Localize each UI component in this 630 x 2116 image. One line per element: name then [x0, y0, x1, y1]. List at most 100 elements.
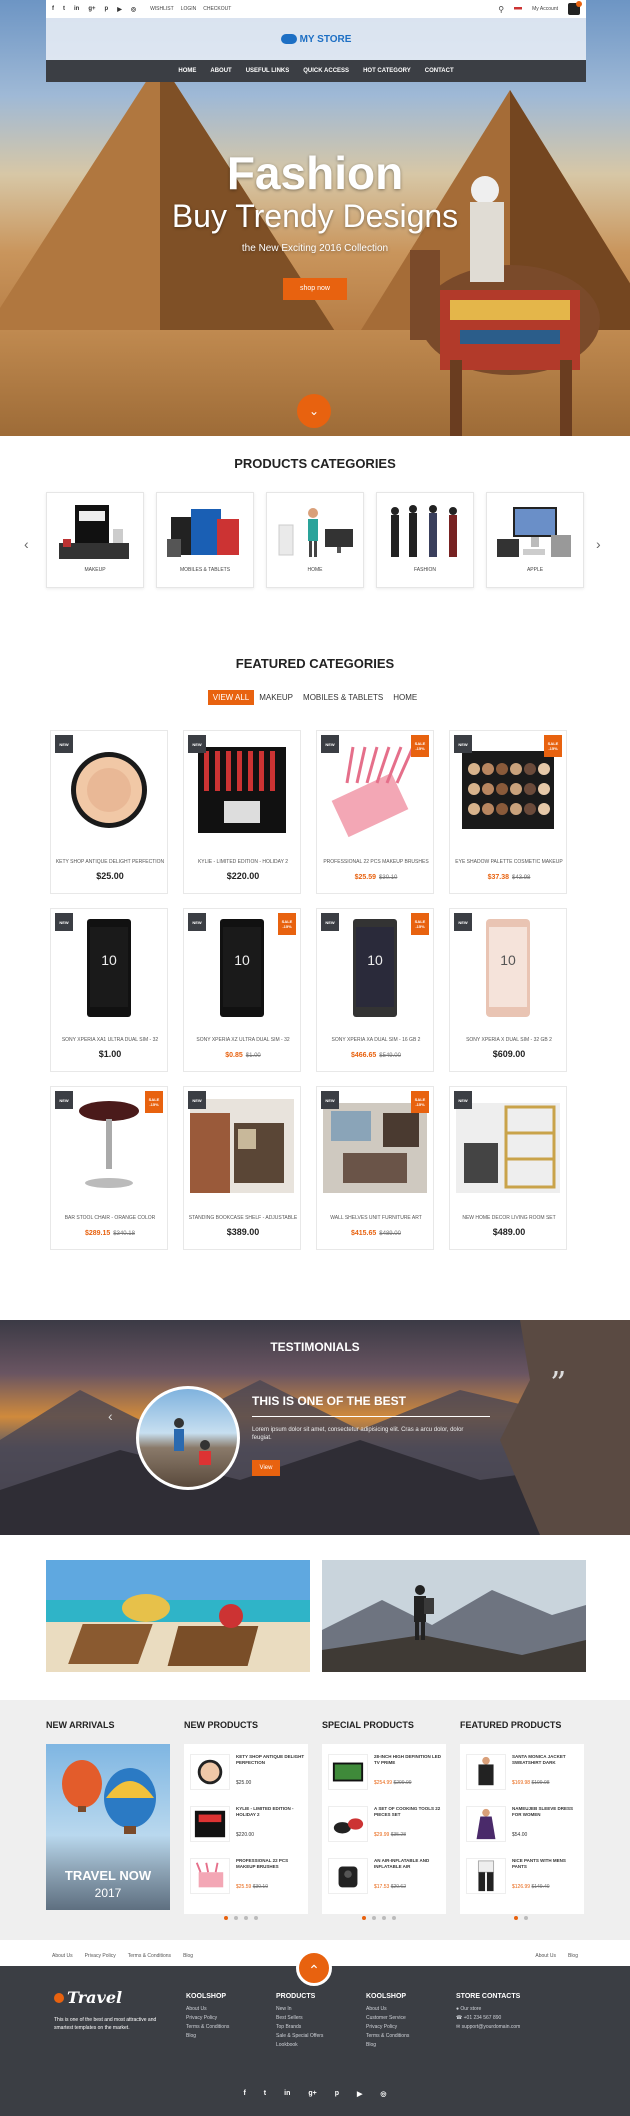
product-name[interactable]: KYLIE - LIMITED EDITION - HOLIDAY 2 — [188, 859, 298, 865]
footer-link[interactable]: Privacy Policy — [366, 2023, 409, 2032]
pinterest-icon[interactable]: p — [105, 6, 109, 13]
footer-link[interactable]: Lookbook — [276, 2041, 323, 2050]
product-card[interactable]: NEW SALE -15% PROFESSIONAL 22 PCS MAKEUP BR… — [316, 730, 434, 894]
product-name[interactable]: PROFESSIONAL 22 PCS MAKEUP BRUSHES — [321, 859, 431, 865]
hiker-promo-banner[interactable] — [322, 1560, 586, 1672]
footer-link[interactable]: Terms & Conditions — [366, 2032, 409, 2041]
footer-link[interactable]: Sale & Special Offers — [276, 2032, 323, 2041]
dot[interactable] — [524, 1916, 528, 1920]
footer-link[interactable]: Blog — [183, 1953, 193, 1959]
view-button[interactable]: View — [252, 1460, 280, 1476]
product-card[interactable]: 10 NEW SONY XPERIA X DUAL SIM - 32 GB 2 $60… — [449, 908, 567, 1072]
product-name[interactable]: WALL SHELVES UNIT FURNITURE ART — [321, 1215, 431, 1221]
facebook-icon[interactable]: f — [243, 2090, 245, 2098]
twitter-icon[interactable]: t — [264, 2090, 266, 2098]
footer-link[interactable]: Blog — [366, 2041, 409, 2050]
chevron-left-icon[interactable]: ‹ — [24, 536, 29, 552]
shop-now-button[interactable]: shop now — [283, 278, 347, 300]
tab-home[interactable]: HOME — [388, 690, 422, 705]
cart-icon[interactable] — [568, 1, 582, 15]
product-name[interactable]: SONY XPERIA XZ ULTRA DUAL SIM - 32 — [188, 1037, 298, 1043]
product-name[interactable]: NEW HOME DECOR LIVING ROOM SET — [454, 1215, 564, 1221]
googleplus-icon[interactable]: g+ — [308, 2090, 316, 2098]
list-item[interactable]: NAMEUJEB SLEEVE DRESS FOR WOMEN $54.00 — [464, 1802, 582, 1850]
footer-link[interactable]: About Us — [186, 2005, 229, 2014]
category-card-fashion[interactable]: FASHION — [376, 492, 474, 588]
footer-link[interactable]: Privacy Policy — [85, 1953, 116, 1959]
product-name[interactable]: EYE SHADOW PALETTE COSMETIC MAKEUP — [454, 859, 564, 865]
category-card-home[interactable]: HOME — [266, 492, 364, 588]
back-to-top-icon[interactable]: ⌃ — [296, 1950, 332, 1986]
dot[interactable] — [372, 1916, 376, 1920]
scroll-down-icon[interactable]: ⌄ — [297, 394, 331, 428]
product-name[interactable]: SONY XPERIA X DUAL SIM - 32 GB 2 — [454, 1037, 564, 1043]
login-link[interactable]: LOGIN — [181, 6, 197, 12]
dot[interactable] — [514, 1916, 518, 1920]
youtube-icon[interactable]: ▶ — [357, 2090, 362, 2098]
category-card-makeup[interactable]: MAKEUP — [46, 492, 144, 588]
list-item[interactable]: KYLIE - LIMITED EDITION - HOLIDAY 2 $220… — [188, 1802, 306, 1850]
product-card[interactable]: NEW SALE -15% EYE SHADOW PALETTE COSMETIC M… — [449, 730, 567, 894]
dot[interactable] — [224, 1916, 228, 1920]
googleplus-icon[interactable]: g+ — [88, 6, 95, 13]
contact-email[interactable]: ✉ support@yourdomain.com — [456, 2023, 520, 2032]
dot[interactable] — [382, 1916, 386, 1920]
footer-link[interactable]: Blog — [186, 2032, 229, 2041]
footer-link[interactable]: New In — [276, 2005, 323, 2014]
twitter-icon[interactable]: t — [63, 6, 65, 13]
list-item[interactable]: AN AIR-INFLATABLE AND INFLATABLE AIR $17… — [326, 1854, 444, 1902]
footer-link[interactable]: Best Sellers — [276, 2014, 323, 2023]
travel-logo[interactable]: Travel — [54, 1988, 122, 2007]
product-name[interactable]: SONY XPERIA XA1 ULTRA DUAL SIM - 32 — [55, 1037, 165, 1043]
footer-link[interactable]: Terms & Conditions — [128, 1953, 171, 1959]
dot[interactable] — [392, 1916, 396, 1920]
chevron-right-icon[interactable]: › — [596, 536, 601, 552]
list-item[interactable]: NICE PANTS WITH MENS PANTS $126.99 $149.… — [464, 1854, 582, 1902]
beach-promo-banner[interactable] — [46, 1560, 310, 1672]
dot[interactable] — [362, 1916, 366, 1920]
nav-home[interactable]: HOME — [178, 66, 196, 77]
travel-now-banner[interactable]: TRAVEL NOW 2017 — [46, 1744, 170, 1910]
footer-link[interactable]: About Us — [52, 1953, 73, 1959]
product-name[interactable]: STANDING BOOKCASE SHELF - ADJUSTABLE — [188, 1215, 298, 1221]
footer-link[interactable]: Terms & Conditions — [186, 2023, 229, 2032]
product-name[interactable]: SONY XPERIA XA DUAL SIM - 16 GB 2 — [321, 1037, 431, 1043]
tab-view-all[interactable]: VIEW ALL — [207, 690, 255, 705]
footer-link[interactable]: About Us — [366, 2005, 409, 2014]
nav-quick-access[interactable]: QUICK ACCESS — [303, 66, 349, 77]
chevron-left-icon[interactable]: ‹ — [108, 1408, 113, 1424]
dot[interactable] — [244, 1916, 248, 1920]
category-card-mobiles[interactable]: MOBILES & TABLETS — [156, 492, 254, 588]
youtube-icon[interactable]: ▶ — [117, 6, 122, 13]
category-card-apple[interactable]: APPLE — [486, 492, 584, 588]
product-card[interactable]: 10 NEW SALE -15% SONY XPERIA XA DUAL SIM - 1… — [316, 908, 434, 1072]
nav-hot-category[interactable]: HOT CATEGORY — [363, 66, 411, 77]
nav-about[interactable]: ABOUT — [210, 66, 231, 77]
linkedin-icon[interactable]: in — [74, 6, 79, 13]
instagram-icon[interactable]: ◎ — [131, 6, 136, 13]
list-item[interactable]: SANTA MONICA JACKET SWEATSHIRT DARK $169… — [464, 1750, 582, 1798]
nav-contact[interactable]: CONTACT — [425, 66, 454, 77]
product-card[interactable]: NEW NEW HOME DECOR LIVING ROOM SET $489.00 — [449, 1086, 567, 1250]
dot[interactable] — [234, 1916, 238, 1920]
store-logo[interactable]: MY STORE — [280, 34, 351, 45]
product-name[interactable]: BAR STOOL CHAIR - ORANGE COLOR — [55, 1215, 165, 1221]
facebook-icon[interactable]: f — [52, 6, 54, 13]
product-card[interactable]: NEW KETY SHOP ANTIQUE DELIGHT PERFECTION $… — [50, 730, 168, 894]
product-card[interactable]: 10 NEW SONY XPERIA XA1 ULTRA DUAL SIM - 32… — [50, 908, 168, 1072]
linkedin-icon[interactable]: in — [284, 2090, 290, 2098]
checkout-link[interactable]: CHECKOUT — [203, 6, 231, 12]
flag-icon[interactable] — [514, 6, 523, 12]
footer-link[interactable]: Customer Service — [366, 2014, 409, 2023]
footer-link[interactable]: Top Brands — [276, 2023, 323, 2032]
instagram-icon[interactable]: ◎ — [380, 2090, 386, 2098]
product-card[interactable]: NEW SALE -15% BAR STOOL CHAIR - ORANGE COLO… — [50, 1086, 168, 1250]
list-item[interactable]: PROFESSIONAL 22 PCS MAKEUP BRUSHES $25.5… — [188, 1854, 306, 1902]
product-card[interactable]: NEW STANDING BOOKCASE SHELF - ADJUSTABLE $… — [183, 1086, 301, 1250]
nav-useful-links[interactable]: USEFUL LINKS — [246, 66, 290, 77]
search-icon[interactable]: ⚲ — [498, 5, 504, 14]
footer-link[interactable]: Blog — [568, 1953, 578, 1959]
footer-link[interactable]: About Us — [535, 1953, 556, 1959]
list-item[interactable]: 28-INCH HIGH DEFINITION LED TV PRIME $25… — [326, 1750, 444, 1798]
tab-makeup[interactable]: MAKEUP — [254, 690, 298, 705]
